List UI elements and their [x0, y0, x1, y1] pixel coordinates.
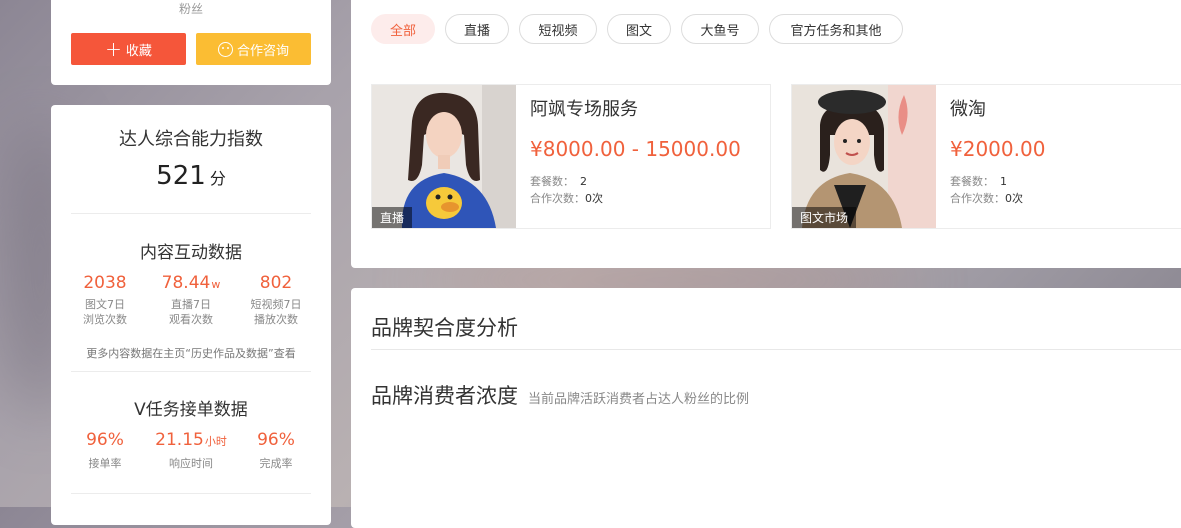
stat-unit: 小时	[204, 435, 227, 448]
tab-dayu[interactable]: 大鱼号	[681, 14, 759, 44]
stat-value: 78.44	[161, 273, 211, 293]
stat-value: 96%	[257, 430, 295, 450]
stat-graphic-views: 2038 图文7日浏览次数	[65, 273, 145, 327]
stat-value: 802	[259, 273, 293, 293]
stat-label: 完成率	[259, 457, 293, 470]
tab-live[interactable]: 直播	[445, 14, 509, 44]
divider	[71, 213, 311, 214]
stat-value: 2038	[83, 273, 127, 293]
brand-fit-title: 品牌契合度分析	[371, 316, 518, 340]
content-note: 更多内容数据在主页“历史作品及数据”查看	[86, 347, 296, 360]
stat-label: 接单率	[88, 457, 122, 470]
stat-label: 短视频7日	[250, 298, 302, 311]
consult-button[interactable]: 合作咨询	[196, 33, 311, 65]
service-name: 微淘	[950, 99, 986, 120]
stat-value: 21.15	[155, 430, 204, 450]
stat-unit: w	[211, 278, 221, 291]
stat-value: 96%	[86, 430, 124, 450]
ability-score: 521 分	[51, 161, 331, 191]
service-card[interactable]: 直播 阿飒专场服务 ¥8000.00 - 15000.00 套餐数： 2 合作次数…	[371, 84, 771, 229]
score-unit: 分	[209, 169, 226, 188]
tab-all[interactable]: 全部	[371, 14, 435, 44]
favorite-button[interactable]: + 收藏	[71, 33, 186, 65]
consumer-density-header: 品牌消费者浓度 当前品牌活跃消费者占达人粉丝的比例	[371, 380, 749, 410]
stat-label: 观看次数	[169, 313, 213, 326]
consult-label: 合作咨询	[236, 43, 289, 59]
tab-graphic[interactable]: 图文	[607, 14, 671, 44]
stat-label: 直播7日	[171, 298, 211, 311]
stat-label: 播放次数	[254, 313, 298, 326]
service-price: ¥8000.00 - 15000.00	[530, 137, 741, 161]
package-count: 套餐数： 1	[950, 175, 1007, 188]
brand-analysis-card: 品牌契合度分析 品牌消费者浓度 当前品牌活跃消费者占达人粉丝的比例	[351, 288, 1181, 528]
service-tag: 直播	[372, 207, 413, 228]
service-name: 阿飒专场服务	[530, 99, 638, 120]
service-tag: 图文市场	[792, 207, 857, 228]
chat-face-icon	[217, 41, 233, 57]
ability-title: 达人综合能力指数	[119, 129, 263, 150]
stat-video-plays: 802 短视频7日播放次数	[236, 273, 316, 327]
cooperation-count: 合作次数：0次	[950, 192, 1023, 205]
services-card: 全部 直播 短视频 图文 大鱼号 官方任务和其他 直播 阿飒专场服务 ¥8000…	[351, 0, 1181, 268]
favorite-label: 收藏	[125, 43, 152, 59]
tab-official-tasks[interactable]: 官方任务和其他	[769, 14, 903, 44]
stat-accept-rate: 96% 接单率	[65, 430, 145, 471]
tab-short-video[interactable]: 短视频	[519, 14, 597, 44]
stats-card: 达人综合能力指数 521 分 内容互动数据 2038 图文7日浏览次数 78.44…	[51, 105, 331, 525]
fans-label: 粉丝	[178, 2, 203, 16]
package-count: 套餐数： 2	[530, 175, 587, 188]
plus-icon: +	[105, 37, 122, 61]
service-image: 图文市场	[792, 85, 936, 228]
score-value: 521	[156, 161, 206, 191]
stat-label: 浏览次数	[83, 313, 127, 326]
stat-live-views: 78.44w 直播7日观看次数	[151, 273, 231, 327]
divider	[71, 493, 311, 494]
service-image: 直播	[372, 85, 516, 228]
divider	[371, 349, 1181, 350]
consumer-density-subtitle: 当前品牌活跃消费者占达人粉丝的比例	[528, 392, 750, 407]
profile-actions-card: 粉丝 + 收藏 合作咨询	[51, 0, 331, 85]
consumer-density-title: 品牌消费者浓度	[371, 384, 518, 408]
task-stats-title: V任务接单数据	[134, 400, 248, 420]
service-price: ¥2000.00	[950, 137, 1046, 161]
service-card[interactable]: 图文市场 微淘 ¥2000.00 套餐数： 1 合作次数：0次	[791, 84, 1181, 229]
stat-completion-rate: 96% 完成率	[236, 430, 316, 471]
stat-label: 图文7日	[85, 298, 125, 311]
content-stats-title: 内容互动数据	[140, 243, 242, 263]
stat-response-time: 21.15小时 响应时间	[151, 430, 231, 471]
cooperation-count: 合作次数：0次	[530, 192, 603, 205]
stat-label: 响应时间	[169, 457, 213, 470]
divider	[71, 371, 311, 372]
